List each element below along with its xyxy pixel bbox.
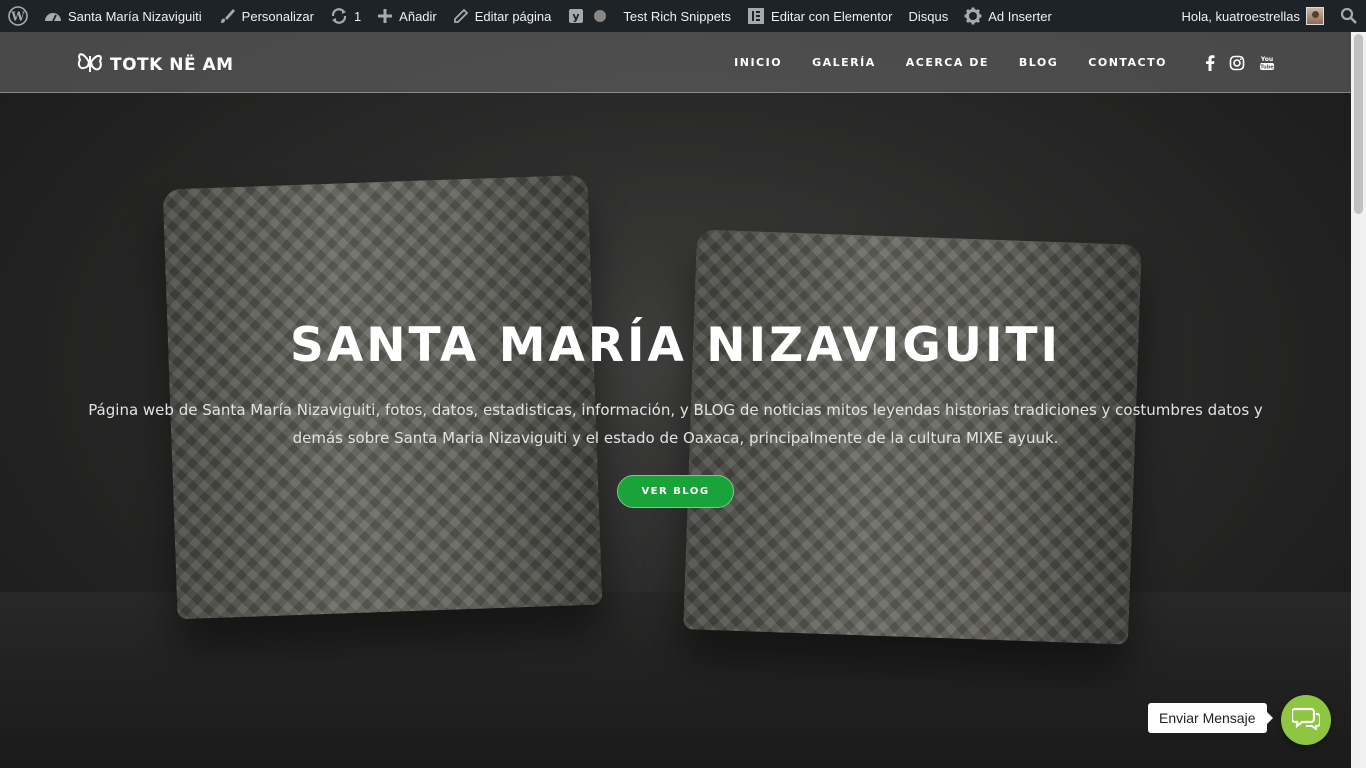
svg-text:W: W — [10, 10, 25, 24]
yoast-icon: y — [567, 6, 587, 26]
admin-new[interactable]: Añadir — [369, 0, 445, 32]
disqus-label: Disqus — [908, 8, 949, 24]
facebook-icon[interactable] — [1205, 54, 1215, 71]
page-scrollbar[interactable] — [1351, 32, 1366, 768]
admin-disqus[interactable]: Disqus — [900, 0, 956, 32]
site-logo[interactable]: TOTK NË AM — [76, 48, 234, 81]
yoast-status-dot-icon — [593, 9, 607, 23]
site-logo-text: TOTK NË AM — [110, 54, 234, 75]
elementor-icon — [747, 7, 765, 25]
chat-bubble-icon — [1290, 706, 1321, 735]
svg-text:You: You — [1260, 56, 1273, 63]
admin-rich-snippets[interactable]: Test Rich Snippets — [615, 0, 739, 32]
elementor-label: Editar con Elementor — [771, 8, 893, 24]
admin-search-button[interactable] — [1332, 0, 1366, 32]
plus-icon — [377, 8, 393, 24]
admin-elementor[interactable]: Editar con Elementor — [739, 0, 900, 32]
nav-inicio[interactable]: INICIO — [734, 56, 782, 69]
svg-text:Tube: Tube — [1260, 64, 1274, 70]
nav-contacto[interactable]: CONTACTO — [1088, 56, 1167, 69]
admin-yoast[interactable]: y — [559, 0, 615, 32]
customize-label: Personalizar — [241, 8, 314, 24]
admin-updates[interactable]: 1 — [322, 0, 369, 32]
chat-button[interactable] — [1281, 695, 1331, 745]
refresh-icon — [330, 7, 348, 25]
avatar — [1306, 7, 1324, 25]
nav-acerca-de[interactable]: ACERCA DE — [906, 56, 989, 69]
chat-label[interactable]: Enviar Mensaje — [1148, 703, 1272, 733]
hero-title: SANTA MARÍA NIZAVIGUITI — [290, 318, 1061, 373]
instagram-icon[interactable] — [1229, 55, 1245, 71]
pencil-icon — [453, 8, 469, 24]
site-header: TOTK NË AM INICIO GALERÍA ACERCA DE BLOG… — [0, 32, 1351, 93]
admin-edit-page[interactable]: Editar página — [445, 0, 560, 32]
admin-site-name[interactable]: Santa María Nizaviguiti — [36, 0, 210, 32]
hero-description: Página web de Santa María Nizaviguiti, f… — [88, 401, 1263, 447]
new-label: Añadir — [399, 8, 437, 24]
butterfly-logo-icon — [76, 48, 104, 81]
site-name-label: Santa María Nizaviguiti — [68, 8, 202, 24]
wp-admin-bar: W Santa María Nizaviguiti Personalizar 1… — [0, 0, 1366, 32]
gear-icon — [964, 7, 982, 25]
search-icon — [1340, 7, 1358, 25]
youtube-icon[interactable]: You Tube — [1259, 55, 1275, 71]
admin-account[interactable]: Hola, kuatroestrellas — [1174, 0, 1333, 32]
admin-ad-inserter[interactable]: Ad Inserter — [956, 0, 1060, 32]
social-links: You Tube — [1191, 32, 1275, 93]
greeting-label: Hola, kuatroestrellas — [1181, 8, 1301, 24]
svg-text:y: y — [573, 10, 580, 23]
ad-inserter-label: Ad Inserter — [988, 8, 1052, 24]
admin-customize[interactable]: Personalizar — [210, 0, 322, 32]
rich-snippets-label: Test Rich Snippets — [623, 8, 732, 24]
updates-count: 1 — [353, 8, 362, 24]
scrollbar-thumb[interactable] — [1354, 34, 1363, 214]
dashboard-icon — [44, 8, 62, 24]
nav-galeria[interactable]: GALERÍA — [812, 56, 876, 69]
edit-page-label: Editar página — [474, 8, 552, 24]
wordpress-logo-icon[interactable]: W — [0, 0, 36, 32]
nav-blog[interactable]: BLOG — [1019, 56, 1058, 69]
ver-blog-button[interactable]: VER BLOG — [617, 475, 734, 508]
main-nav: INICIO GALERÍA ACERCA DE BLOG CONTACTO — [704, 32, 1167, 93]
paintbrush-icon — [218, 7, 236, 25]
